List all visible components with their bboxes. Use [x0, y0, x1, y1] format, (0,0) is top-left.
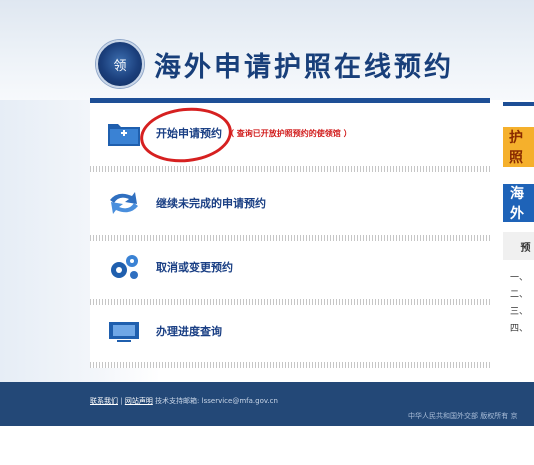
footer-copyright: 中华人民共和国外交部 版权所有 京 [408, 412, 518, 420]
overseas-banner-label: 海外 [510, 186, 524, 222]
support-email[interactable]: lsservice@mfa.gov.cn [202, 397, 278, 405]
footer-links: 联系我们 | 网站声明 技术支持邮箱: lsservice@mfa.gov.cn [90, 396, 278, 406]
menu-item-label: 办理进度查询 [156, 325, 222, 338]
monitor-icon [106, 316, 142, 346]
menu-item-label: 继续未完成的申请预约 [156, 197, 266, 210]
site-statement-link[interactable]: 网站声明 [125, 397, 153, 405]
menu-item-cancel-change[interactable]: 取消或变更预约 [90, 236, 490, 298]
notice-header-label: 预 [520, 242, 531, 254]
footer-separator: | [120, 397, 123, 405]
emblem-text: 领 [113, 58, 127, 74]
passport-notice-label: 护照 [509, 130, 523, 166]
notice-list: 一、 二、 三、 四、 [510, 270, 528, 338]
divider [90, 362, 490, 368]
folder-add-icon [106, 118, 142, 148]
consular-emblem-icon: 领 [96, 40, 144, 88]
menu-item-progress-query[interactable]: 办理进度查询 [90, 300, 490, 362]
open-consulates-link[interactable]: （ 查询已开放护照预约的使领馆 ） [226, 128, 352, 139]
list-item[interactable]: 二、 [510, 287, 528, 304]
contact-us-link[interactable]: 联系我们 [90, 397, 118, 405]
menu-item-continue-application[interactable]: 继续未完成的申请预约 [90, 172, 490, 234]
list-item[interactable]: 一、 [510, 270, 528, 287]
notice-header: 预 [503, 232, 534, 260]
passport-notice-banner[interactable]: 护照 [503, 127, 534, 167]
support-email-prefix: 技术支持邮箱: [155, 397, 200, 405]
menu-item-label: 取消或变更预约 [156, 261, 233, 274]
list-item[interactable]: 四、 [510, 321, 528, 338]
overseas-banner[interactable]: 海外 [503, 184, 534, 222]
list-item[interactable]: 三、 [510, 304, 528, 321]
page-title: 海外申请护照在线预约 [154, 51, 454, 83]
gears-icon [106, 252, 142, 282]
refresh-arrows-icon [106, 188, 142, 218]
right-panel-top-bar [503, 102, 534, 106]
site-header: 领 海外申请护照在线预约 [96, 38, 454, 90]
